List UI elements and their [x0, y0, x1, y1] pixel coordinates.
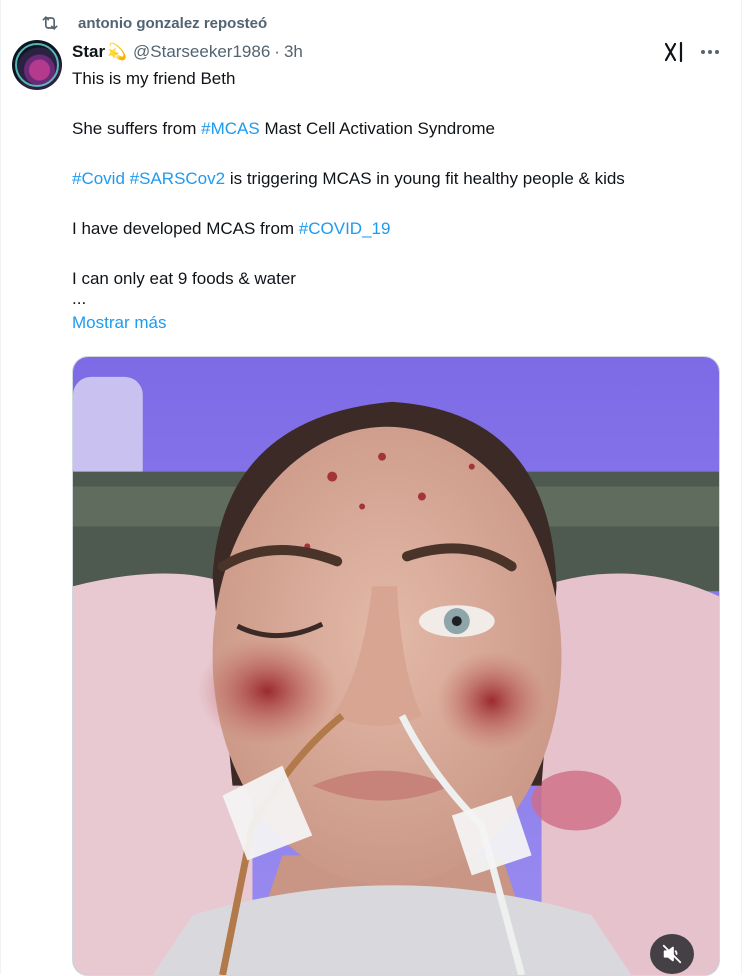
column-border-left [0, 0, 1, 974]
text-span: I have developed MCAS from [72, 219, 299, 238]
speaker-muted-icon [662, 944, 682, 964]
grok-icon[interactable] [662, 40, 686, 64]
hashtag-link-covid-19[interactable]: #COVID_19 [299, 219, 391, 238]
post-header: Star 💫 @Starseeker1986 · 3h [72, 40, 303, 64]
post-time[interactable]: 3h [284, 42, 303, 62]
ellipsis: ... [72, 289, 87, 308]
text-span: This is my friend Beth [72, 69, 236, 88]
hashtag-link-sarscov2[interactable]: #SARSCov2 [130, 169, 225, 188]
text-span: Mast Cell Activation Syndrome [259, 119, 495, 138]
repost-text[interactable]: antonio gonzalez reposteó [78, 15, 267, 32]
text-span: is triggering MCAS in young fit healthy … [225, 169, 625, 188]
show-more-link[interactable]: Mostrar más [72, 310, 722, 336]
text-line: She suffers from #MCAS Mast Cell Activat… [72, 116, 722, 142]
text-span: I can only eat 9 foods & water [72, 269, 296, 288]
hashtag-link-mcas[interactable]: #MCAS [201, 119, 260, 138]
repost-icon [42, 16, 58, 30]
mute-button[interactable] [650, 934, 694, 974]
text-line: #Covid #SARSCov2 is triggering MCAS in y… [72, 166, 722, 192]
post-text: This is my friend Beth She suffers from … [72, 66, 722, 336]
dizzy-star-icon: 💫 [107, 44, 127, 61]
post-media[interactable] [72, 356, 720, 976]
text-span: She suffers from [72, 119, 202, 138]
post-photo [73, 357, 719, 975]
avatar-ring [15, 43, 59, 87]
text-line: This is my friend Beth [72, 66, 722, 92]
hashtag-link-covid[interactable]: #Covid [72, 169, 125, 188]
author-handle[interactable]: @Starseeker1986 [133, 42, 270, 62]
column-border-right [741, 0, 742, 974]
avatar[interactable] [12, 40, 62, 90]
text-line: I have developed MCAS from #COVID_19 [72, 216, 722, 242]
text-line: I can only eat 9 foods & water [72, 266, 722, 292]
author-name[interactable]: Star [72, 42, 105, 62]
separator-dot: · [274, 42, 280, 61]
repost-indicator[interactable]: antonio gonzalez reposteó [40, 12, 267, 34]
more-icon[interactable] [698, 40, 722, 64]
